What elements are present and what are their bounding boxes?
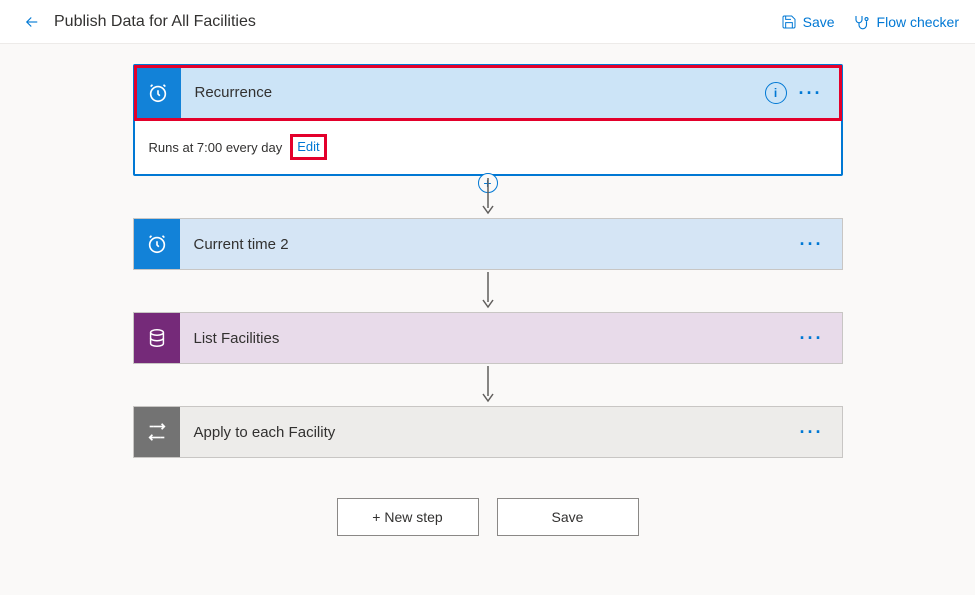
step-list-facilities[interactable]: List Facilities ···	[133, 312, 843, 364]
step-apply-each-title: Apply to each Facility	[180, 424, 796, 441]
step-apply-each[interactable]: Apply to each Facility ···	[133, 406, 843, 458]
connector-1: +	[480, 176, 496, 218]
recurrence-schedule-text: Runs at 7:00 every day	[149, 140, 283, 155]
page-title: Publish Data for All Facilities	[54, 13, 256, 31]
step-list-facilities-actions: ···	[796, 325, 842, 351]
arrow-left-icon	[23, 13, 41, 31]
save-label: Save	[803, 14, 835, 30]
step-current-time[interactable]: Current time 2 ···	[133, 218, 843, 270]
more-menu[interactable]: ···	[796, 231, 828, 257]
step-recurrence-title: Recurrence	[181, 84, 765, 101]
more-menu[interactable]: ···	[796, 325, 828, 351]
more-menu[interactable]: ···	[796, 419, 828, 445]
clock-icon	[134, 219, 180, 269]
database-icon	[134, 313, 180, 363]
clock-icon	[135, 66, 181, 119]
bottom-actions: + New step Save	[337, 498, 639, 536]
step-apply-each-actions: ···	[796, 419, 842, 445]
more-menu[interactable]: ···	[795, 80, 827, 106]
step-recurrence-actions: i ···	[765, 80, 841, 106]
flow-checker-label: Flow checker	[877, 14, 959, 30]
step-recurrence[interactable]: Recurrence i ··· Runs at 7:00 every day …	[133, 64, 843, 176]
stethoscope-icon	[853, 13, 871, 31]
step-recurrence-header[interactable]: Recurrence i ···	[135, 66, 841, 120]
loop-icon	[134, 407, 180, 457]
step-apply-each-header[interactable]: Apply to each Facility ···	[133, 406, 843, 458]
step-current-time-actions: ···	[796, 231, 842, 257]
step-current-time-title: Current time 2	[180, 236, 796, 253]
connector-2	[480, 270, 496, 312]
step-current-time-header[interactable]: Current time 2 ···	[133, 218, 843, 270]
save-icon	[781, 14, 797, 30]
back-button[interactable]	[16, 6, 48, 38]
info-icon[interactable]: i	[765, 82, 787, 104]
edit-link[interactable]: Edit	[290, 134, 326, 160]
step-list-facilities-title: List Facilities	[180, 330, 796, 347]
save-button[interactable]: Save	[497, 498, 639, 536]
topbar-actions: Save Flow checker	[781, 13, 959, 31]
flow-canvas: Recurrence i ··· Runs at 7:00 every day …	[0, 44, 975, 536]
new-step-button[interactable]: + New step	[337, 498, 479, 536]
connector-3	[480, 364, 496, 406]
flow-checker-action[interactable]: Flow checker	[853, 13, 959, 31]
save-action[interactable]: Save	[781, 14, 835, 30]
recurrence-details: Runs at 7:00 every day Edit	[135, 120, 841, 174]
step-list-facilities-header[interactable]: List Facilities ···	[133, 312, 843, 364]
top-bar: Publish Data for All Facilities Save Flo…	[0, 0, 975, 44]
